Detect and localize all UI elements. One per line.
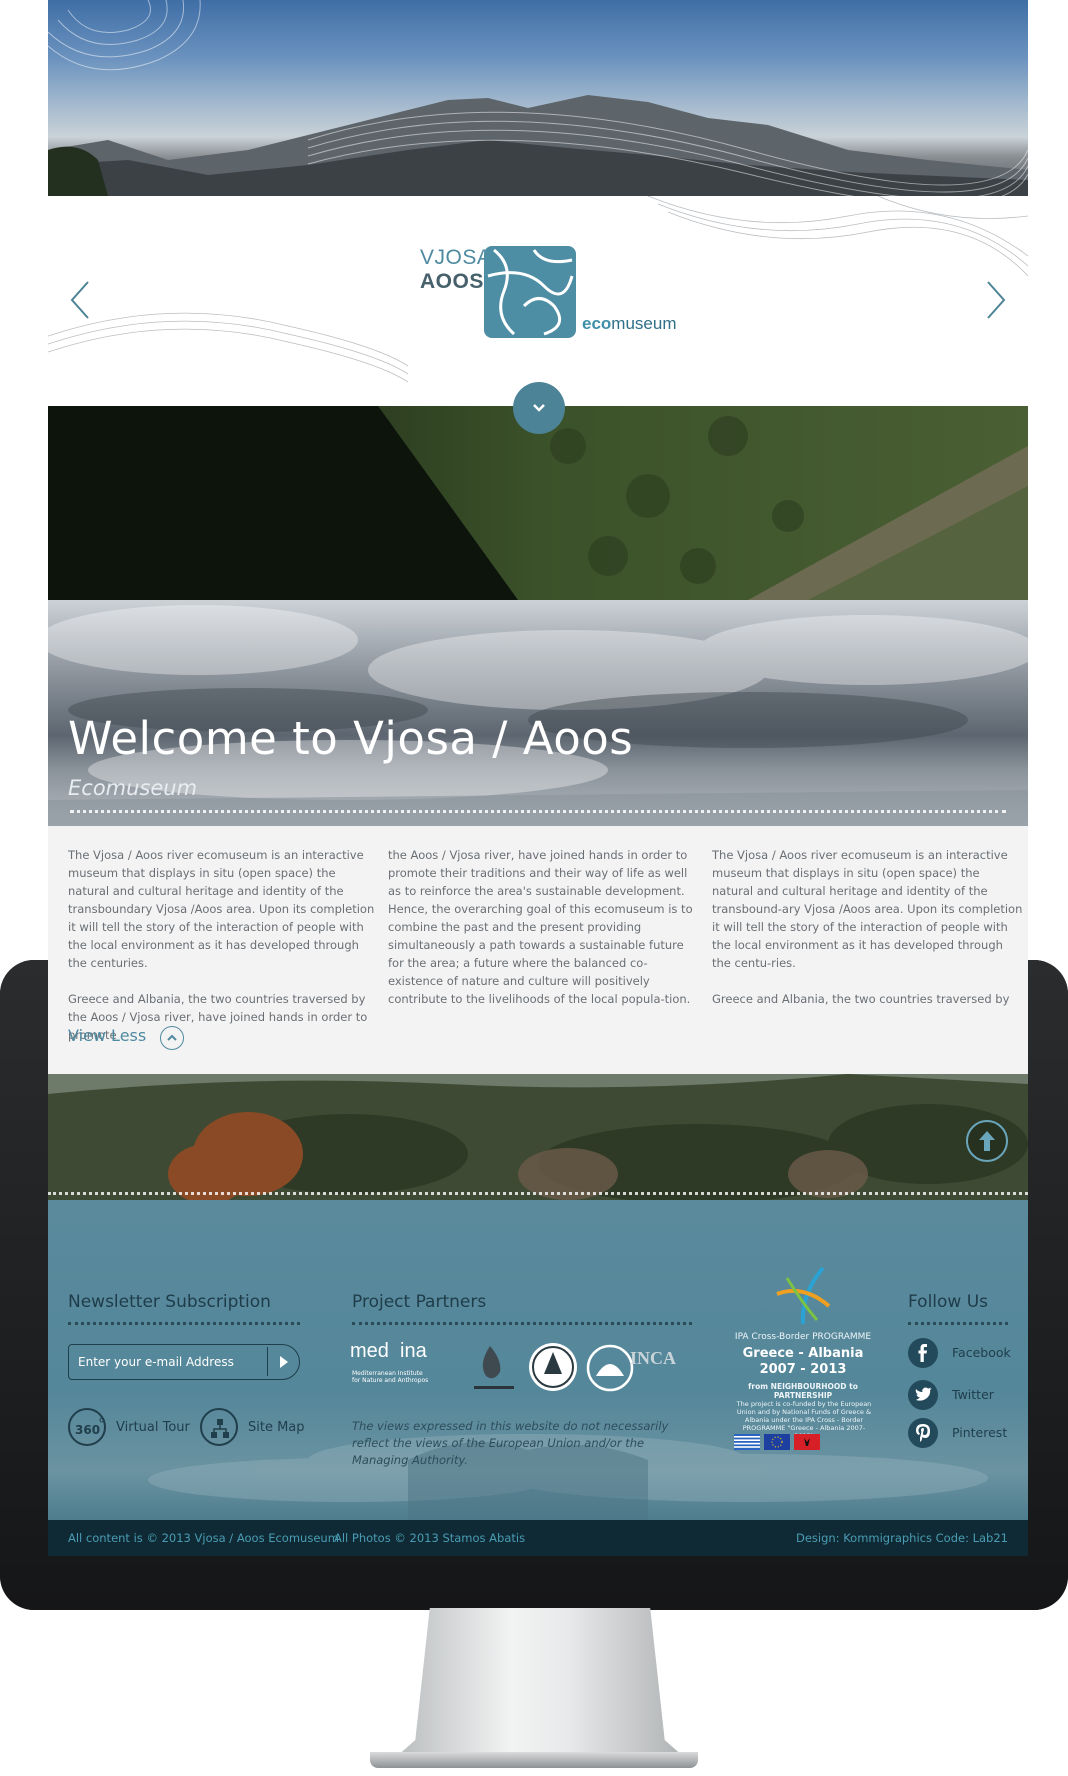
logo-band: VJOSA AOOS ecomuseum bbox=[48, 196, 1028, 406]
twitter-icon bbox=[908, 1380, 938, 1410]
partner-medina-logo[interactable]: med ina Mediterranean Institute for Natu… bbox=[350, 1340, 460, 1396]
play-arrow-icon bbox=[280, 1356, 288, 1368]
website: VJOSA AOOS ecomuseum Welcome to Vjosa / … bbox=[48, 0, 1028, 1556]
chevron-down-icon bbox=[533, 404, 545, 412]
slider-next-arrow[interactable] bbox=[982, 278, 1010, 322]
partner-logos: med ina Mediterranean Institute for Natu… bbox=[340, 1340, 692, 1400]
intro-paragraph: The Vjosa / Aoos river ecomuseum is an i… bbox=[712, 848, 1023, 970]
greece-flag-icon bbox=[734, 1434, 760, 1450]
eu-flag-icon bbox=[764, 1434, 790, 1450]
ecomuseum-logo[interactable]: VJOSA AOOS ecomuseum bbox=[420, 246, 680, 346]
albania-flag-icon bbox=[794, 1434, 820, 1450]
eu-disclaimer: The views expressed in this website do n… bbox=[352, 1419, 669, 1467]
flags bbox=[734, 1434, 824, 1450]
follow-divider bbox=[908, 1322, 1008, 1326]
360-icon: 360 bbox=[68, 1408, 106, 1446]
welcome-title: Welcome to Vjosa / Aoos bbox=[68, 712, 634, 765]
partners-heading: Project Partners bbox=[352, 1292, 487, 1312]
ipa-line-2: Greece - Albania bbox=[742, 1346, 864, 1361]
arrow-up-icon bbox=[979, 1131, 995, 1151]
view-less-link[interactable]: View Less bbox=[68, 1026, 146, 1045]
social-twitter-link[interactable]: Twitter bbox=[908, 1380, 1008, 1410]
ipa-line-3: 2007 - 2013 bbox=[759, 1362, 847, 1377]
chevron-up-icon[interactable] bbox=[160, 1026, 184, 1050]
intro-paragraph: The Vjosa / Aoos river ecomuseum is an i… bbox=[68, 848, 375, 970]
newsletter-heading: Newsletter Subscription bbox=[68, 1292, 271, 1312]
social-pinterest-link[interactable]: Pinterest bbox=[908, 1418, 1018, 1448]
ipa-line-4: from NEIGHBOURHOOD to PARTNERSHIP bbox=[748, 1382, 858, 1400]
forest-valley-image bbox=[48, 406, 1028, 600]
partner-forestry-seal-logo[interactable] bbox=[526, 1340, 580, 1394]
page: VJOSA AOOS ecomuseum Welcome to Vjosa / … bbox=[0, 0, 1068, 1776]
intro-text-section: The Vjosa / Aoos river ecomuseum is an i… bbox=[48, 826, 1028, 1074]
ipa-logo-icon bbox=[776, 1266, 831, 1325]
slider-prev-arrow[interactable] bbox=[66, 278, 94, 322]
svg-text:360: 360 bbox=[75, 1423, 100, 1437]
email-placeholder: Enter your e-mail Address bbox=[78, 1355, 234, 1369]
hero-mountain-image bbox=[48, 0, 1028, 196]
logo-word-ecomuseum: ecomuseum bbox=[582, 314, 677, 333]
site-map-link[interactable]: Site Map bbox=[200, 1408, 310, 1450]
copyright-text: All content is © 2013 Vjosa / Aoos Ecomu… bbox=[68, 1531, 339, 1545]
back-to-top-button[interactable] bbox=[966, 1120, 1008, 1162]
scroll-down-button[interactable] bbox=[513, 382, 565, 434]
ipa-programme-block: IPA Cross-Border PROGRAMME Greece - Alba… bbox=[728, 1264, 878, 1454]
intro-paragraph: Greece and Albania, the two countries tr… bbox=[712, 992, 1010, 1006]
site-map-label: Site Map bbox=[248, 1420, 305, 1435]
photo-credits-link[interactable]: All Photos © 2013 Stamos Abatis bbox=[334, 1531, 525, 1545]
intro-column-2: the Aoos / Vjosa river, have joined hand… bbox=[388, 846, 700, 1026]
section-divider bbox=[48, 1192, 1028, 1196]
virtual-tour-link[interactable]: 360 Virtual Tour bbox=[68, 1408, 190, 1450]
partner-drop-logo[interactable] bbox=[468, 1342, 518, 1392]
newsletter-divider bbox=[68, 1322, 300, 1326]
monitor-stand bbox=[395, 1608, 685, 1758]
social-label: Twitter bbox=[952, 1387, 994, 1402]
design-credits[interactable]: Design: Kommigraphics Code: Lab21 bbox=[796, 1531, 1008, 1545]
welcome-banner: Welcome to Vjosa / Aoos Ecomuseum bbox=[48, 600, 1028, 826]
logo-word-aoos: AOOS bbox=[420, 270, 484, 293]
autumn-forest-image bbox=[48, 1074, 1028, 1200]
footer: Newsletter Subscription Enter your e-mai… bbox=[48, 1200, 1028, 1520]
social-facebook-link[interactable]: Facebook bbox=[908, 1338, 1018, 1368]
intro-column-3: The Vjosa / Aoos river ecomuseum is an i… bbox=[712, 846, 1024, 1026]
logo-mark-icon bbox=[484, 246, 576, 338]
social-label: Pinterest bbox=[952, 1425, 1008, 1440]
social-label: Facebook bbox=[952, 1345, 1011, 1360]
newsletter-email-field[interactable]: Enter your e-mail Address bbox=[68, 1344, 300, 1380]
newsletter-submit-button[interactable] bbox=[267, 1345, 301, 1379]
monitor-stand-base bbox=[370, 1752, 698, 1768]
ipa-line-1: IPA Cross-Border PROGRAMME bbox=[734, 1332, 872, 1342]
partner-inca-label: INCA bbox=[630, 1348, 677, 1368]
logo-word-vjosa: VJOSA bbox=[420, 246, 492, 269]
follow-heading: Follow Us bbox=[908, 1292, 989, 1312]
sitemap-icon bbox=[200, 1408, 238, 1446]
partners-divider bbox=[352, 1322, 692, 1326]
virtual-tour-label: Virtual Tour bbox=[116, 1420, 190, 1435]
footer-bottom-bar: All content is © 2013 Vjosa / Aoos Ecomu… bbox=[48, 1520, 1028, 1556]
welcome-subtitle: Ecomuseum bbox=[68, 776, 198, 800]
pinterest-icon bbox=[908, 1418, 938, 1448]
facebook-icon bbox=[908, 1338, 938, 1368]
welcome-divider bbox=[70, 810, 1006, 814]
intro-paragraph: the Aoos / Vjosa river, have joined hand… bbox=[388, 848, 693, 1006]
